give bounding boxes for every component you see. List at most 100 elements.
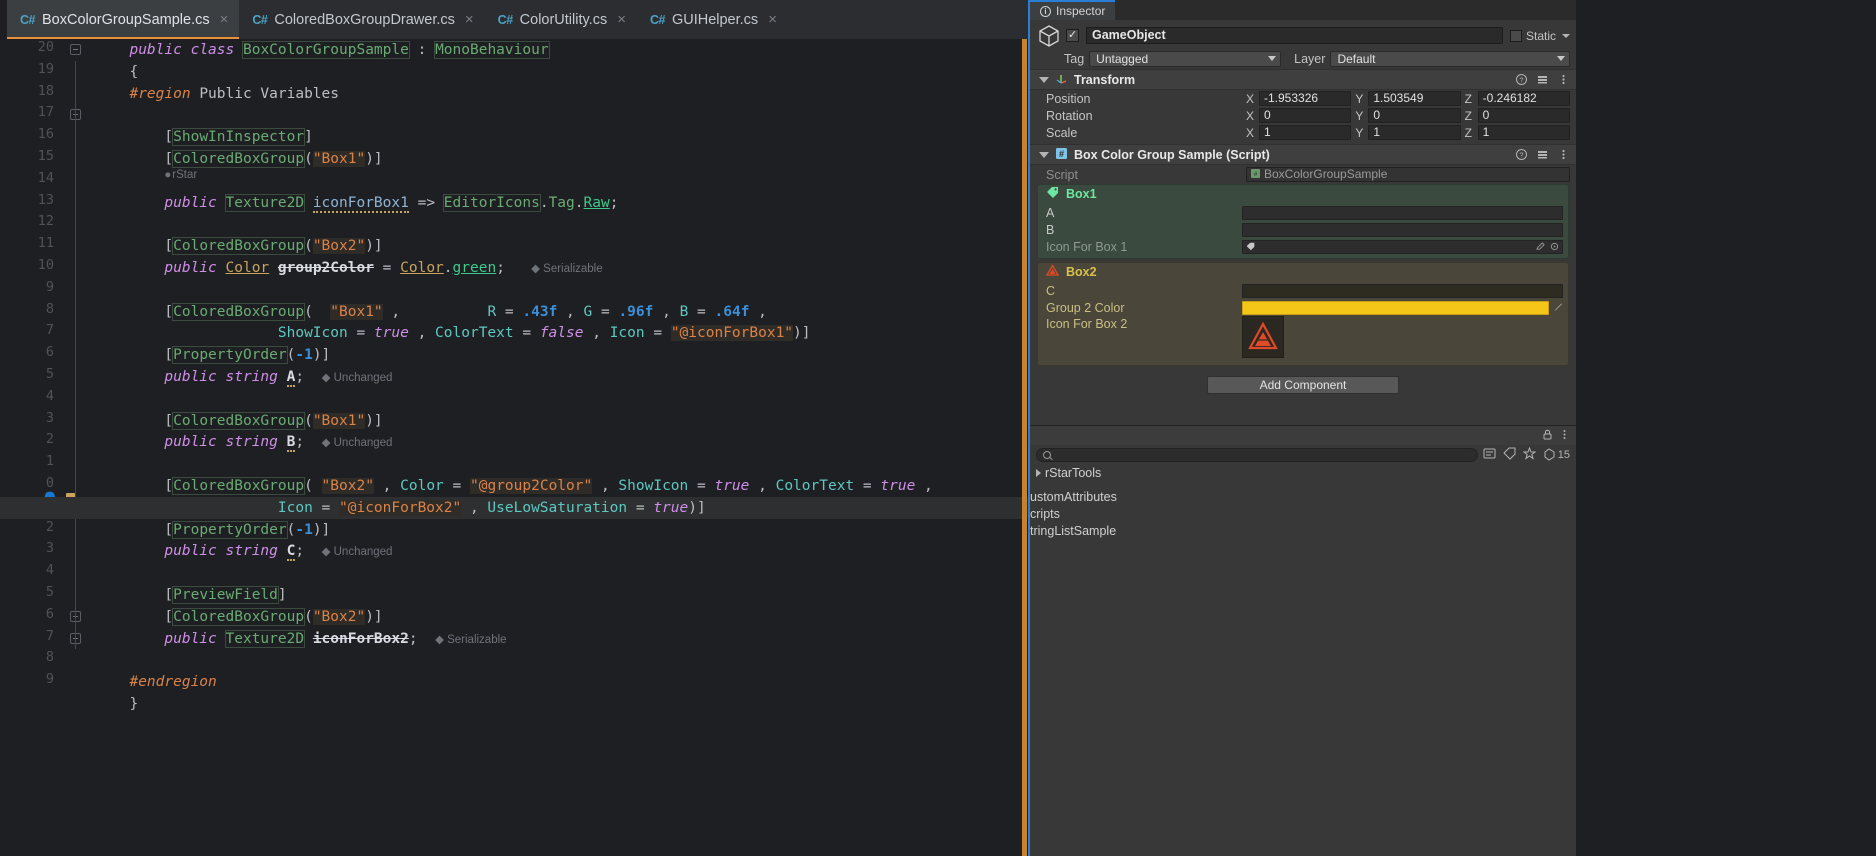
project-tree-root[interactable]: rStarTools xyxy=(1030,464,1576,481)
axis-label-y: Y xyxy=(1355,92,1364,106)
code-line-open-brace: { xyxy=(112,61,138,83)
tab-box-color-group-sample[interactable]: C# BoxColorGroupSample.cs × xyxy=(7,0,239,39)
close-icon[interactable]: × xyxy=(768,12,777,27)
icon-for-box2-preview[interactable] xyxy=(1242,316,1284,358)
edit-icon[interactable] xyxy=(1536,240,1545,254)
code-fold-toggle[interactable] xyxy=(70,633,82,645)
chevron-down-icon[interactable] xyxy=(1562,34,1570,38)
rotation-x-field[interactable]: 0 xyxy=(1259,108,1351,123)
lock-icon[interactable] xyxy=(1542,428,1553,443)
line-number: 4 xyxy=(14,562,54,578)
project-item[interactable]: ustomAttributes xyxy=(1030,488,1576,505)
more-options-icon[interactable] xyxy=(1559,428,1570,443)
project-item[interactable]: cripts xyxy=(1030,505,1576,522)
code-line-attr-box1-b: [ColoredBoxGroup("Box1")] xyxy=(112,410,383,432)
static-checkbox[interactable] xyxy=(1510,30,1522,42)
field-c-input[interactable] xyxy=(1242,284,1563,298)
csharp-icon: C# xyxy=(252,13,267,27)
group2-color-swatch[interactable] xyxy=(1242,301,1549,315)
script-object-field[interactable]: # BoxColorGroupSample xyxy=(1246,167,1570,182)
scale-z-field[interactable]: 1 xyxy=(1478,125,1570,140)
box1-row-b: B xyxy=(1038,221,1568,238)
position-x-field[interactable]: -1.953326 xyxy=(1259,91,1351,106)
box2-group-header[interactable]: Box2 xyxy=(1038,263,1568,281)
code-fold-toggle[interactable] xyxy=(70,44,82,56)
script-component-title: Box Color Group Sample (Script) xyxy=(1074,148,1270,162)
gameobject-header: GameObject Static xyxy=(1030,20,1576,48)
static-label: Static xyxy=(1526,29,1556,43)
position-y-field[interactable]: 1.503549 xyxy=(1368,91,1460,106)
inspector-tab-label: Inspector xyxy=(1056,4,1105,18)
layer-label: Layer xyxy=(1294,52,1325,66)
project-badge: 15 xyxy=(1543,448,1570,461)
code-line-attr-previewfield: [PreviewField] xyxy=(112,584,287,606)
label-filter-icon[interactable] xyxy=(1503,447,1516,463)
close-icon[interactable]: × xyxy=(220,12,229,27)
position-z-field[interactable]: -0.246182 xyxy=(1478,91,1570,106)
editor-vertical-scrollbar[interactable] xyxy=(1022,39,1027,856)
script-asset-icon: # xyxy=(1251,168,1260,181)
preset-icon[interactable] xyxy=(1536,73,1549,86)
tab-color-utility[interactable]: C# ColorUtility.cs × xyxy=(485,0,637,39)
rotation-y-field[interactable]: 0 xyxy=(1368,108,1460,123)
tab-colored-box-group-drawer[interactable]: C# ColoredBoxGroupDrawer.cs × xyxy=(239,0,484,39)
box2-group: Box2 C Group 2 Color xyxy=(1037,262,1569,366)
select-object-icon[interactable] xyxy=(1550,240,1559,254)
close-icon[interactable]: × xyxy=(617,12,626,27)
tab-inspector[interactable]: i Inspector xyxy=(1030,0,1115,20)
tab-gui-helper[interactable]: C# GUIHelper.cs × xyxy=(637,0,788,39)
code-fold-toggle[interactable] xyxy=(70,109,82,121)
rotation-z-field[interactable]: 0 xyxy=(1478,108,1570,123)
favorite-icon[interactable] xyxy=(1523,447,1536,463)
more-options-icon[interactable] xyxy=(1557,73,1570,86)
help-icon[interactable]: ? xyxy=(1515,148,1528,161)
axis-label-y: Y xyxy=(1355,109,1364,123)
svg-text:?: ? xyxy=(1519,76,1523,85)
script-component-header[interactable]: # Box Color Group Sample (Script) ? xyxy=(1030,144,1576,165)
code-line-attr-box2: [ColoredBoxGroup("Box2")] xyxy=(112,235,383,257)
axis-label-x: X xyxy=(1246,92,1255,106)
tag-icon xyxy=(1246,240,1255,254)
eyedropper-icon[interactable] xyxy=(1553,301,1563,315)
field-a-input[interactable] xyxy=(1242,206,1563,220)
field-b-input[interactable] xyxy=(1242,223,1563,237)
scale-x-field[interactable]: 1 xyxy=(1259,125,1351,140)
icon-for-box1-object-field[interactable] xyxy=(1242,240,1563,254)
tag-dropdown[interactable]: Untagged xyxy=(1089,51,1281,67)
filter-icon[interactable] xyxy=(1483,447,1496,463)
line-number: 3 xyxy=(14,410,54,426)
editor-gutter[interactable]: 2019181716151413121110987654321012345678… xyxy=(0,39,112,856)
tab-bar-left-edge xyxy=(0,0,7,39)
layer-dropdown[interactable]: Default xyxy=(1330,51,1570,67)
line-number: 0 xyxy=(14,475,54,491)
code-line-attr-propertyorder-2: [PropertyOrder(-1)] xyxy=(112,519,330,541)
box1-group-header[interactable]: Box1 xyxy=(1038,185,1568,203)
project-item[interactable]: tringListSample xyxy=(1030,522,1576,539)
line-number: 5 xyxy=(14,584,54,600)
more-options-icon[interactable] xyxy=(1557,148,1570,161)
close-icon[interactable]: × xyxy=(465,12,474,27)
transform-component-header[interactable]: Transform ? xyxy=(1030,69,1576,90)
code-line-iconforbox1: public Texture2D iconForBox1 => EditorIc… xyxy=(112,192,618,214)
line-number: 16 xyxy=(14,126,54,142)
search-input[interactable] xyxy=(1036,448,1478,462)
gameobject-enabled-checkbox[interactable] xyxy=(1066,29,1079,42)
script-icon: # xyxy=(1055,147,1068,163)
scale-y-field[interactable]: 1 xyxy=(1368,125,1460,140)
add-component-button[interactable]: Add Component xyxy=(1207,376,1399,394)
gameobject-name-field[interactable]: GameObject xyxy=(1086,27,1503,44)
line-number: 9 xyxy=(14,671,54,687)
chevron-right-icon[interactable] xyxy=(1036,469,1041,477)
project-item-label: cripts xyxy=(1030,507,1060,521)
transform-rows: Position X -1.953326 Y 1.503549 Z -0.246… xyxy=(1030,90,1576,141)
preset-icon[interactable] xyxy=(1536,148,1549,161)
svg-text:#: # xyxy=(1254,171,1258,178)
chevron-down-icon[interactable] xyxy=(1039,77,1049,83)
chevron-down-icon[interactable] xyxy=(1039,152,1049,158)
axis-label-z: Z xyxy=(1465,92,1474,106)
axis-label-z: Z xyxy=(1465,109,1474,123)
row-label: Scale xyxy=(1046,126,1246,140)
static-toggle[interactable]: Static xyxy=(1510,29,1570,43)
code-fold-toggle[interactable] xyxy=(70,611,82,623)
help-icon[interactable]: ? xyxy=(1515,73,1528,86)
